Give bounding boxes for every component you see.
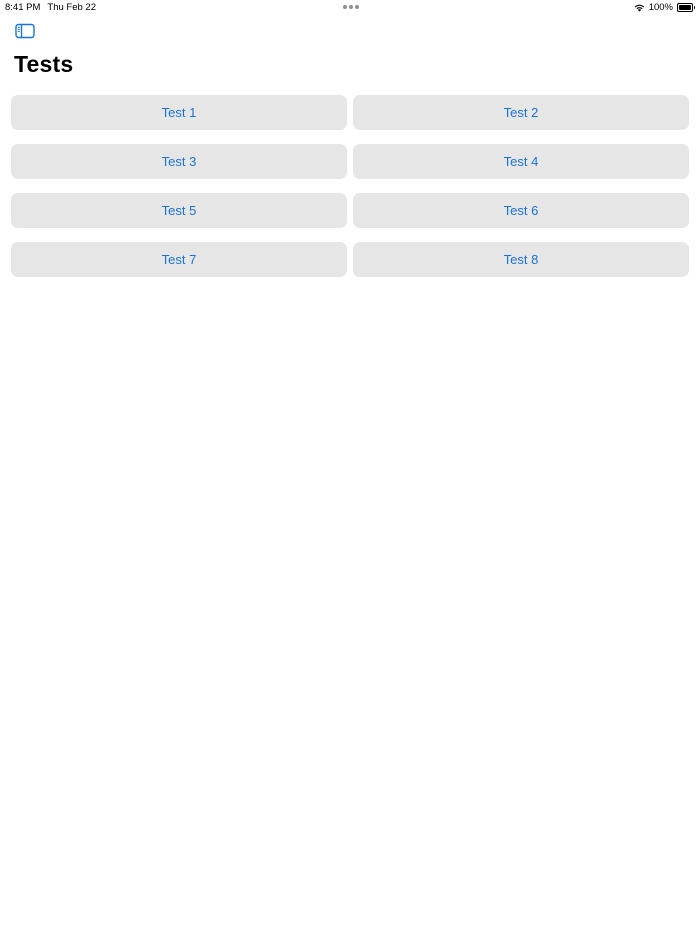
page-title: Tests <box>14 51 74 77</box>
test-8-button[interactable]: Test 8 <box>353 242 689 277</box>
status-bar: 8:41 PM Thu Feb 22 100% <box>0 0 700 14</box>
dot <box>355 5 359 9</box>
battery-fill <box>679 5 691 10</box>
status-right: 100% <box>634 2 695 13</box>
battery-percent: 100% <box>648 2 673 13</box>
status-left: 8:41 PM Thu Feb 22 <box>5 2 96 13</box>
status-date: Thu Feb 22 <box>47 2 96 13</box>
test-1-button[interactable]: Test 1 <box>11 95 347 130</box>
test-6-button[interactable]: Test 6 <box>353 193 689 228</box>
test-3-button[interactable]: Test 3 <box>11 144 347 179</box>
battery-nub <box>693 6 695 9</box>
battery-body <box>677 3 693 12</box>
wifi-icon <box>634 4 644 12</box>
sidebar-left-icon <box>15 23 35 39</box>
battery-icon <box>677 3 695 12</box>
test-5-button[interactable]: Test 5 <box>11 193 347 228</box>
multitasking-dots-icon[interactable] <box>343 5 359 9</box>
status-time: 8:41 PM <box>5 2 41 13</box>
test-7-button[interactable]: Test 7 <box>11 242 347 277</box>
dot <box>349 5 353 9</box>
dot <box>343 5 347 9</box>
test-2-button[interactable]: Test 2 <box>353 95 689 130</box>
test-button-grid: Test 1 Test 2 Test 3 Test 4 Test 5 Test … <box>11 95 689 277</box>
sidebar-toggle-button[interactable] <box>14 22 36 40</box>
test-4-button[interactable]: Test 4 <box>353 144 689 179</box>
